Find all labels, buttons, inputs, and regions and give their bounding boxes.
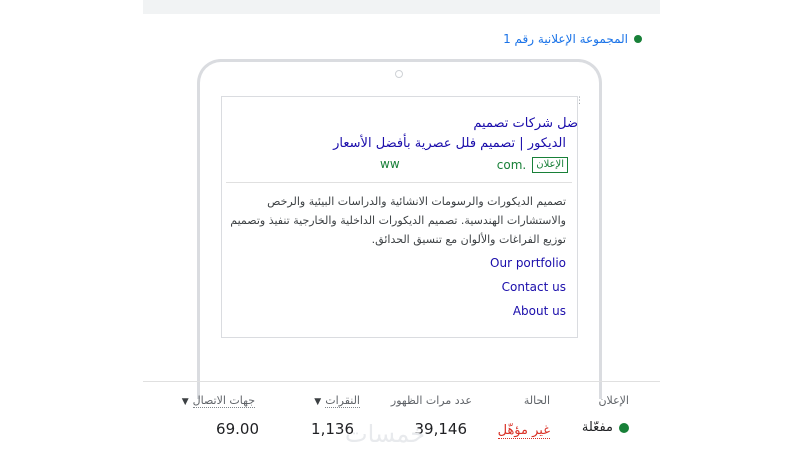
ad-headline-1[interactable]: ضل شركات تصميم	[468, 116, 578, 131]
status-text: غير مؤهّل	[497, 423, 550, 439]
ad-url-line: الإعلان .com	[497, 157, 568, 173]
column-header-status: الحالة	[523, 394, 550, 407]
column-header-clicks[interactable]: النقرات▼	[314, 394, 360, 408]
column-header-conversions-label: جهات الاتصال	[192, 394, 255, 408]
sort-down-icon: ▼	[181, 397, 189, 407]
adgroup-label: المجموعة الإعلانية رقم 1	[503, 32, 628, 46]
camera-icon	[395, 70, 403, 78]
column-header-conversions[interactable]: جهات الاتصال▼	[181, 394, 255, 408]
status-cell[interactable]: غير مؤهّل	[497, 420, 550, 439]
adgroup-link[interactable]: المجموعة الإعلانية رقم 1	[503, 32, 642, 46]
enabled-dot-icon	[619, 422, 629, 433]
ad-status-text: مفعّلة	[581, 420, 613, 435]
column-header-ad: الإعلان	[598, 394, 629, 407]
display-url-prefix: ww	[380, 157, 400, 171]
divider	[226, 182, 572, 183]
table-divider	[143, 381, 660, 382]
watermark: خمسات	[345, 420, 426, 448]
sitelink-about[interactable]: About us	[513, 304, 566, 318]
top-card-edge	[143, 0, 660, 14]
sitelink-contact[interactable]: Contact us	[502, 280, 566, 294]
sitelink-portfolio[interactable]: Our portfolio	[490, 256, 566, 270]
sort-down-icon: ▼	[314, 397, 322, 407]
display-url-domain: .com	[496, 158, 527, 172]
ad-description: تصميم الديكورات والرسومات الانشائية والد…	[230, 195, 566, 246]
column-header-impressions: عدد مرات الظهور	[390, 394, 472, 407]
conversions-value: 69.00	[216, 420, 259, 438]
ad-badge: الإعلان	[532, 157, 568, 173]
column-header-clicks-label: النقرات	[325, 394, 360, 408]
status-dot-icon	[634, 35, 642, 43]
ad-status-cell: مفعّلة	[582, 420, 629, 435]
more-menu-icon[interactable]: ⋮	[575, 97, 584, 106]
ad-headline-2[interactable]: الديكور | تصميم فلل عصرية بأفضل الأسعار	[333, 136, 566, 151]
